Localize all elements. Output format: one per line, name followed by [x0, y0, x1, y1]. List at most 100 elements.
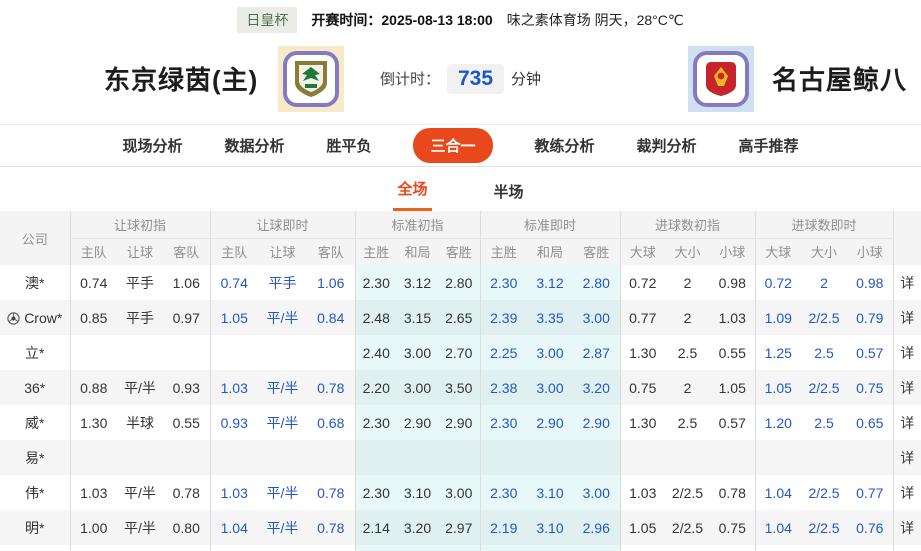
nav-tab-live-analysis[interactable]: 现场分析: [122, 135, 182, 156]
odds-cell: 1.04: [755, 510, 801, 545]
odds-cell: 1.05: [710, 370, 755, 405]
column-header: 小球: [847, 238, 893, 265]
odds-cell: [117, 335, 163, 370]
odds-cell: 3.10: [397, 475, 438, 510]
odds-cell: [163, 545, 210, 551]
period-tab-half-time[interactable]: 半场: [490, 181, 528, 211]
column-header: 主队: [70, 238, 117, 265]
detail-link[interactable]: 详: [893, 300, 921, 335]
odds-cell: [397, 545, 438, 551]
column-header: 客队: [307, 238, 355, 265]
odds-cell: 2.70: [438, 335, 480, 370]
odds-cell: [801, 545, 847, 551]
odds-cell: [620, 440, 665, 475]
detail-link[interactable]: 详: [893, 440, 921, 475]
away-team-name: 名古屋鲸八: [772, 60, 907, 97]
odds-cell: 1.05: [755, 370, 801, 405]
odds-cell: [70, 545, 117, 551]
detail-link[interactable]: 详: [893, 405, 921, 440]
odds-cell: [847, 440, 893, 475]
detail-link[interactable]: 详: [893, 370, 921, 405]
soccer-ball-icon: [7, 312, 20, 325]
table-row: 澳*0.74平手1.060.74平手1.062.303.122.802.303.…: [0, 265, 921, 300]
countdown-value: 735: [447, 64, 504, 94]
detail-link[interactable]: 详: [893, 510, 921, 545]
column-header: 客队: [163, 238, 210, 265]
odds-cell: 平/半: [258, 370, 307, 405]
odds-cell: 2.5: [801, 405, 847, 440]
odds-cell: [163, 440, 210, 475]
kickoff-label: 开赛时间：: [311, 12, 381, 28]
odds-cell: 2/2.5: [801, 300, 847, 335]
odds-cell: [163, 335, 210, 370]
nav-tab-data-analysis[interactable]: 数据分析: [224, 135, 284, 156]
detail-link[interactable]: 详: [893, 265, 921, 300]
odds-cell: 2/2.5: [665, 510, 710, 545]
odds-cell: 2.30: [355, 475, 397, 510]
odds-cell: 0.88: [70, 370, 117, 405]
group-header: 让球初指: [70, 211, 210, 238]
odds-cell: 0.65: [847, 405, 893, 440]
nav-tab-coach-analysis[interactable]: 教练分析: [535, 135, 595, 156]
odds-cell: [665, 440, 710, 475]
group-header: 进球数即时: [755, 211, 893, 238]
odds-cell: 1.09: [755, 300, 801, 335]
odds-cell: 0.85: [70, 300, 117, 335]
odds-cell: 1.20: [755, 405, 801, 440]
table-row: 易*详: [0, 440, 921, 475]
odds-table: 公司让球初指让球即时标准初指标准即时进球数初指进球数即时主队让球客队主队让球客队…: [0, 211, 921, 551]
odds-cell: 2.87: [573, 335, 620, 370]
column-header: 客胜: [438, 238, 480, 265]
odds-cell: 0.72: [755, 265, 801, 300]
odds-cell: [755, 440, 801, 475]
odds-cell: 0.78: [307, 370, 355, 405]
odds-cell: 2.30: [355, 265, 397, 300]
column-header: 大小: [801, 238, 847, 265]
odds-cell: 3.00: [397, 370, 438, 405]
countdown-label: 倒计时：: [380, 68, 440, 89]
table-row: 伟*1.03平/半0.781.03平/半0.782.303.103.002.30…: [0, 475, 921, 510]
odds-cell: 2: [801, 265, 847, 300]
table-row: 明*1.00平/半0.801.04平/半0.782.143.202.972.19…: [0, 510, 921, 545]
odds-cell: [117, 545, 163, 551]
match-info-bar: 日皇杯 开赛时间：2025-08-13 18:00 味之素体育场 阴天，28°C…: [0, 0, 921, 32]
group-header: 标准即时: [480, 211, 620, 238]
odds-cell: 2/2.5: [665, 475, 710, 510]
nav-tab-expert-picks[interactable]: 高手推荐: [739, 135, 799, 156]
nav-tab-three-in-one[interactable]: 三合一: [413, 128, 492, 163]
odds-cell: 2.38: [480, 370, 527, 405]
league-badge: 日皇杯: [237, 7, 297, 33]
odds-cell: [847, 545, 893, 551]
company-cell: 36*: [0, 370, 70, 405]
odds-cell: [573, 545, 620, 551]
away-crest-icon: [693, 51, 749, 107]
odds-cell: 平/半: [258, 475, 307, 510]
column-header-detail: [893, 211, 921, 265]
period-tab-full-time[interactable]: 全场: [393, 178, 431, 211]
odds-cell: 2: [665, 265, 710, 300]
odds-cell: [480, 545, 527, 551]
odds-cell: [710, 440, 755, 475]
odds-cell: [210, 440, 258, 475]
odds-cell: [710, 545, 755, 551]
company-name: 立*: [25, 345, 44, 361]
odds-cell: 3.00: [527, 335, 573, 370]
odds-cell: [70, 335, 117, 370]
odds-cell: 2.90: [573, 405, 620, 440]
odds-cell: 0.78: [307, 510, 355, 545]
company-cell: 立*: [0, 335, 70, 370]
column-header-company: 公司: [0, 211, 70, 265]
company-cell: [0, 545, 70, 551]
nav-tab-referee-analysis[interactable]: 裁判分析: [637, 135, 697, 156]
detail-link[interactable]: 详: [893, 335, 921, 370]
kickoff-time: 开赛时间：2025-08-13 18:00: [311, 10, 492, 30]
group-header: 进球数初指: [620, 211, 755, 238]
odds-cell: 2.80: [573, 265, 620, 300]
odds-cell: 0.98: [847, 265, 893, 300]
odds-cell: 2: [665, 300, 710, 335]
nav-tab-win-draw-lose[interactable]: 胜平负: [326, 135, 371, 156]
detail-link[interactable]: 详: [893, 475, 921, 510]
odds-cell: 0.78: [710, 475, 755, 510]
company-cell: 威*: [0, 405, 70, 440]
odds-cell: [307, 440, 355, 475]
